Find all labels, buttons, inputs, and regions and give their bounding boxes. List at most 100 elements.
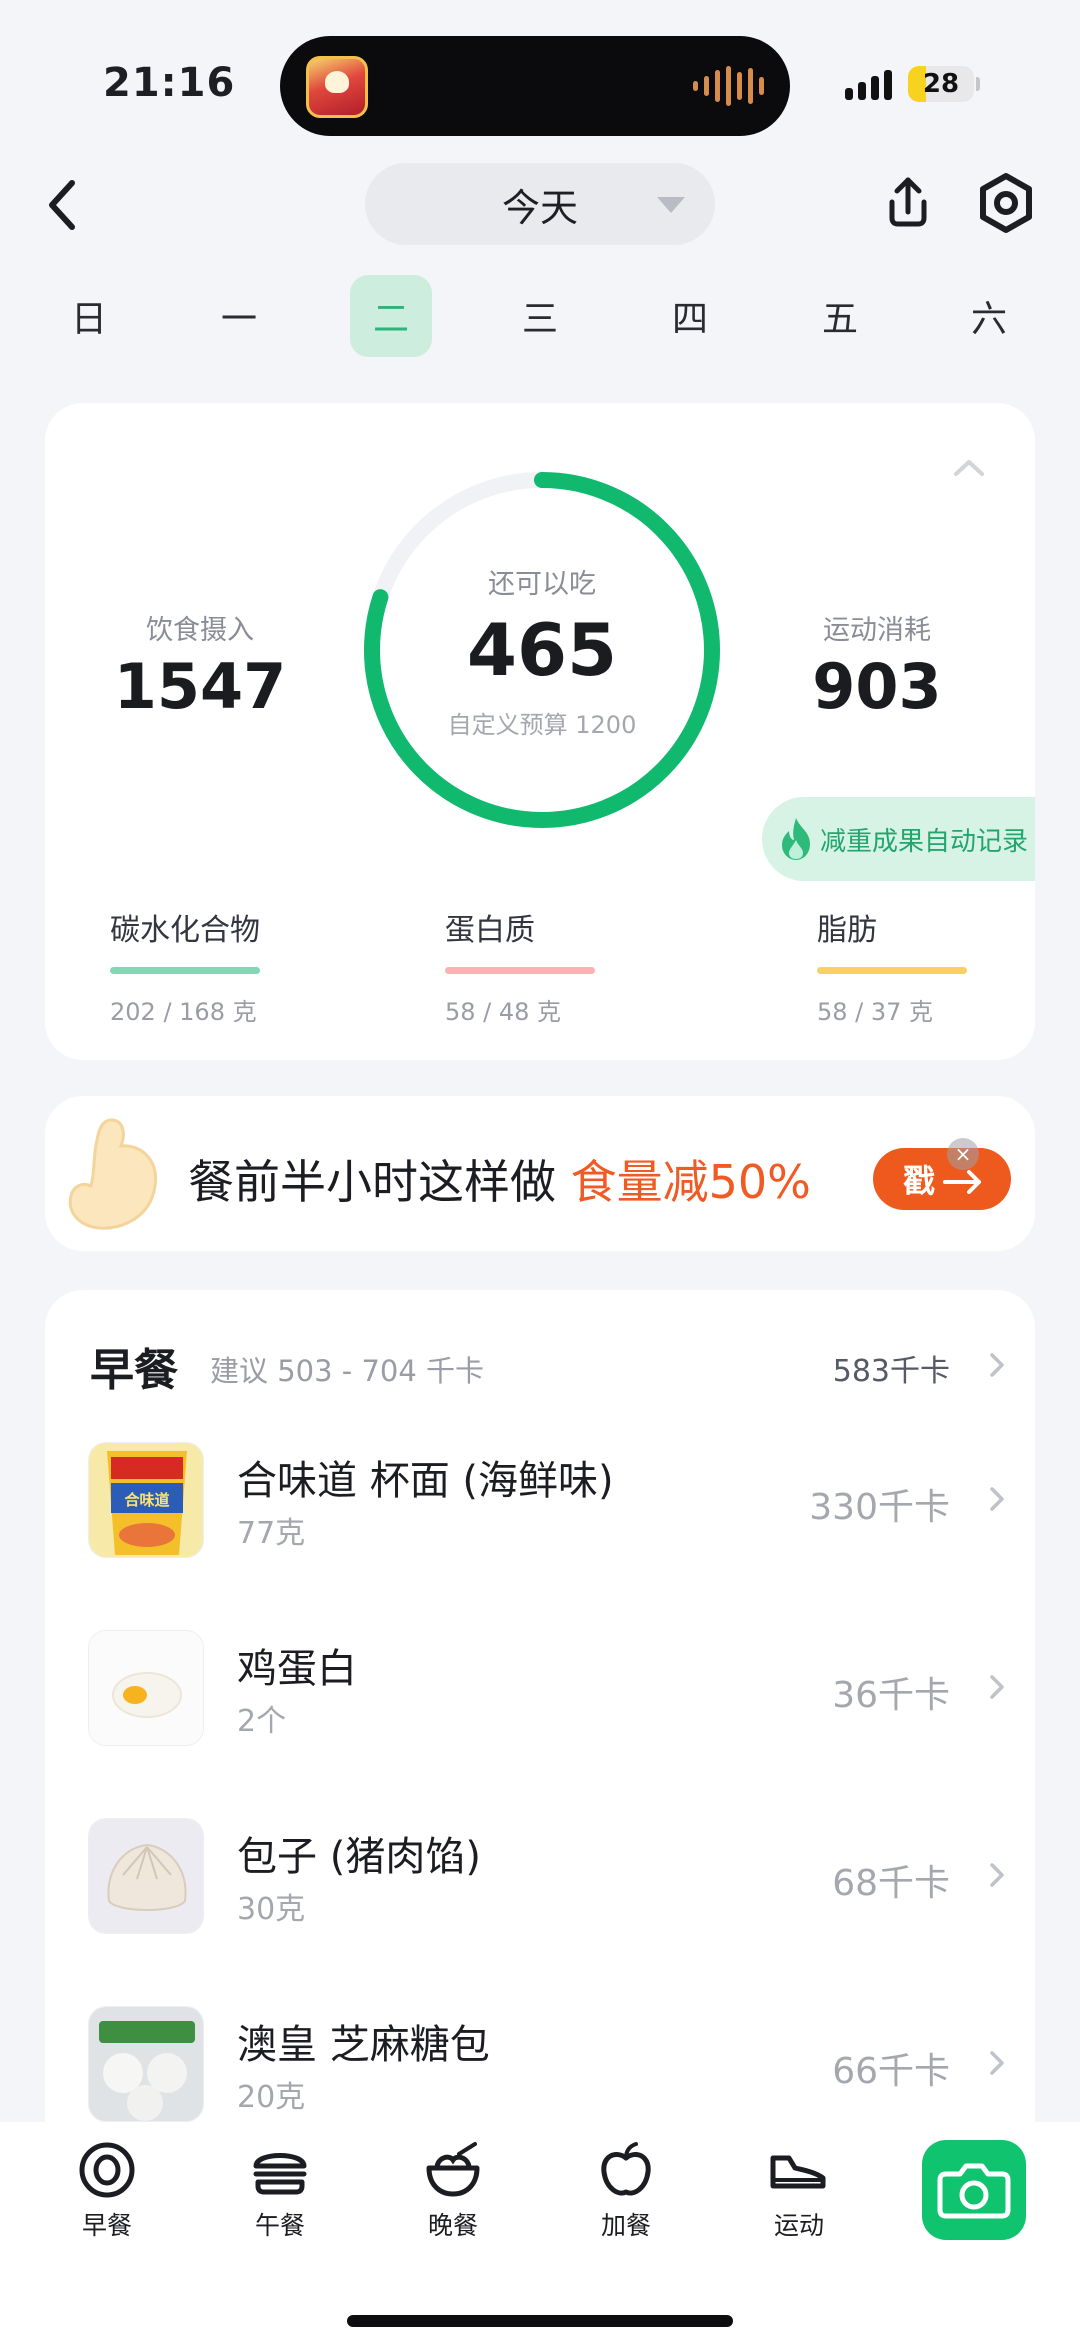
battery-tip	[976, 77, 980, 91]
macro-fat-name: 脂肪	[817, 913, 877, 948]
food-item[interactable]: 鸡蛋白 2个 36千卡	[45, 1630, 1035, 1780]
day-thursday[interactable]: 四	[649, 275, 731, 357]
week-selector: 日 一 二 三 四 五 六	[30, 275, 1050, 360]
food-kcal: 36千卡	[832, 1675, 950, 1716]
intake-value: 1547	[113, 650, 287, 723]
tab-snack[interactable]: 加餐	[566, 2140, 686, 2242]
macro-carbs: 碳水化合物 202 / 168 克	[110, 905, 260, 1027]
intake-label: 饮食摄入	[146, 615, 254, 646]
food-name: 合味道 杯面 (海鲜味)	[237, 1458, 614, 1504]
food-item[interactable]: 合味道 合味道 杯面 (海鲜味) 77克 330千卡	[45, 1442, 1035, 1592]
food-thumb-baozi	[88, 1818, 204, 1934]
exercise-label: 运动消耗	[823, 615, 931, 646]
food-thumb-egg-white	[88, 1630, 204, 1746]
weight-record-badge[interactable]: 减重成果自动记录	[762, 797, 1035, 881]
promo-close-button[interactable]: ×	[947, 1138, 979, 1170]
macro-protein-value: 58 / 48 克	[445, 998, 562, 1026]
app-icon[interactable]	[306, 56, 368, 118]
status-time: 21:16	[103, 60, 236, 106]
battery-level: 28	[922, 69, 960, 99]
camera-icon	[937, 2163, 1011, 2219]
macro-carbs-name: 碳水化合物	[110, 913, 260, 948]
remaining-value: 465	[466, 608, 618, 692]
day-friday[interactable]: 五	[799, 275, 881, 357]
food-name: 鸡蛋白	[237, 1646, 357, 1692]
chevron-up-icon[interactable]	[952, 458, 986, 478]
budget-label: 自定义预算 1200	[447, 711, 637, 739]
chevron-right-icon[interactable]	[989, 1352, 1005, 1378]
camera-button[interactable]	[922, 2140, 1026, 2240]
macro-protein-bar	[445, 967, 595, 974]
macro-fat-value: 58 / 37 克	[817, 998, 934, 1026]
tab-lunch[interactable]: 午餐	[220, 2140, 340, 2242]
day-saturday[interactable]: 六	[948, 275, 1030, 357]
tab-label: 运动	[773, 2211, 824, 2240]
promo-banner[interactable]: 餐前半小时这样做 食量减50% 戳 ×	[45, 1096, 1035, 1251]
back-arrow-icon[interactable]	[42, 175, 82, 235]
promo-text-main: 餐前半小时这样做	[188, 1155, 571, 1209]
chevron-right-icon	[990, 2051, 1004, 2075]
day-tuesday[interactable]: 二	[350, 275, 432, 357]
chevron-right-icon	[990, 1675, 1004, 1699]
food-thumb-cup-noodle: 合味道	[88, 1442, 204, 1558]
food-amount: 30克	[237, 1892, 306, 1927]
thumb-label: 合味道	[123, 1491, 169, 1509]
food-name: 澳皇 芝麻糖包	[237, 2022, 490, 2068]
macro-protein: 蛋白质 58 / 48 克	[445, 905, 595, 1027]
plate-icon	[79, 2142, 135, 2198]
tab-label: 早餐	[81, 2211, 132, 2240]
food-kcal: 66千卡	[832, 2051, 950, 2092]
tab-dinner[interactable]: 晚餐	[393, 2140, 513, 2242]
share-icon[interactable]	[878, 172, 938, 232]
day-sunday[interactable]: 日	[48, 275, 130, 357]
promo-text: 餐前半小时这样做 食量减50%	[188, 1146, 811, 1212]
meal-title: 早餐	[90, 1345, 178, 1396]
macro-fat: 脂肪 58 / 37 克	[817, 905, 967, 1027]
exercise-value: 903	[812, 650, 942, 723]
meal-hint: 建议 503 - 704 千卡	[210, 1354, 485, 1388]
food-kcal: 68千卡	[832, 1863, 950, 1904]
screen: 21:16 28 今天 日 一 二 三 四 五 六 饮食摄入 1547 还可以吃…	[0, 0, 1080, 2348]
day-monday[interactable]: 一	[198, 275, 280, 357]
signal-icon	[845, 70, 892, 100]
food-thumb-sesame-bun	[88, 2006, 204, 2122]
day-wednesday[interactable]: 三	[499, 275, 581, 357]
tab-label: 晚餐	[427, 2211, 478, 2240]
stomach-icon	[68, 1118, 157, 1230]
caret-down-icon	[657, 197, 685, 213]
chevron-right-icon	[990, 1863, 1004, 1887]
home-indicator	[347, 2315, 733, 2327]
tab-exercise[interactable]: 运动	[739, 2140, 859, 2242]
food-amount: 20克	[237, 2080, 306, 2115]
tab-label: 加餐	[600, 2211, 651, 2240]
meal-total[interactable]: 583千卡	[833, 1346, 950, 1390]
macro-carbs-bar	[110, 967, 260, 974]
tab-breakfast[interactable]: 早餐	[47, 2140, 167, 2242]
chevron-right-icon	[990, 1487, 1004, 1511]
settings-icon[interactable]	[975, 172, 1037, 234]
promo-text-highlight: 食量减50%	[570, 1155, 811, 1209]
flame-icon	[782, 818, 810, 860]
food-kcal: 330千卡	[809, 1487, 950, 1528]
bowl-icon	[426, 2142, 480, 2197]
weight-record-text: 减重成果自动记录	[820, 826, 1029, 857]
food-amount: 77克	[237, 1516, 306, 1551]
audio-wave-icon	[693, 66, 764, 106]
tab-label: 午餐	[254, 2211, 305, 2240]
date-selector[interactable]: 今天	[365, 163, 715, 245]
date-label: 今天	[501, 185, 578, 230]
food-amount: 2个	[237, 1704, 287, 1739]
food-item[interactable]: 包子 (猪肉馅) 30克 68千卡	[45, 1818, 1035, 1968]
battery-indicator: 28	[908, 66, 974, 102]
macro-fat-bar	[817, 967, 967, 974]
remaining-label: 还可以吃	[488, 569, 596, 600]
macro-protein-name: 蛋白质	[445, 913, 535, 948]
food-name: 包子 (猪肉馅)	[237, 1834, 481, 1880]
promo-go-label: 戳	[903, 1162, 936, 1200]
macro-carbs-value: 202 / 168 克	[110, 998, 257, 1026]
dynamic-island[interactable]	[280, 36, 790, 136]
sneaker-icon	[770, 2155, 826, 2189]
promo-go-button[interactable]: 戳	[873, 1148, 1011, 1210]
burger-icon	[253, 2153, 307, 2195]
apple-icon	[601, 2142, 651, 2196]
